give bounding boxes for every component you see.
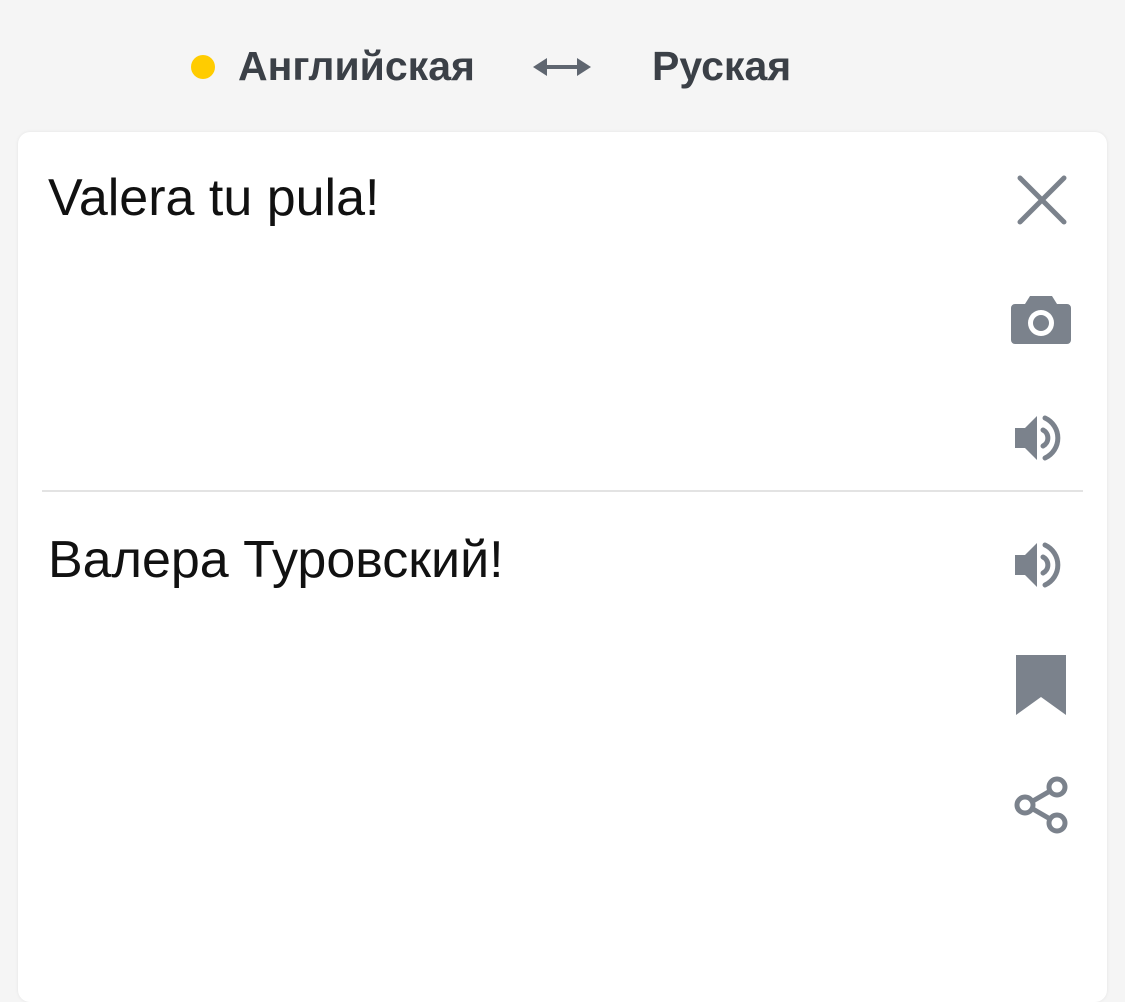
bookmark-button[interactable]: [1016, 655, 1066, 715]
camera-icon: [1010, 290, 1072, 348]
language-bar: Английская Руская: [0, 0, 1125, 132]
share-button[interactable]: [1012, 775, 1070, 835]
source-text-input[interactable]: Valera tu pula!: [48, 166, 379, 230]
close-icon: [1014, 172, 1070, 228]
speak-translation-button[interactable]: [1011, 537, 1073, 593]
translation-output: Валера Туровский!: [48, 531, 504, 589]
share-icon: [1012, 775, 1070, 835]
target-language-button[interactable]: Руская: [652, 40, 791, 92]
camera-button[interactable]: [1010, 290, 1072, 348]
speaker-icon: [1011, 537, 1073, 593]
speak-source-button[interactable]: [1011, 410, 1073, 466]
swap-languages-button[interactable]: [531, 52, 593, 82]
active-language-dot: [191, 55, 215, 79]
divider: [42, 490, 1083, 492]
source-language-button[interactable]: Английская: [238, 40, 475, 92]
speaker-icon: [1011, 410, 1073, 466]
clear-button[interactable]: [1014, 172, 1070, 228]
swap-arrows-icon: [531, 58, 593, 86]
bookmark-icon: [1016, 655, 1066, 715]
